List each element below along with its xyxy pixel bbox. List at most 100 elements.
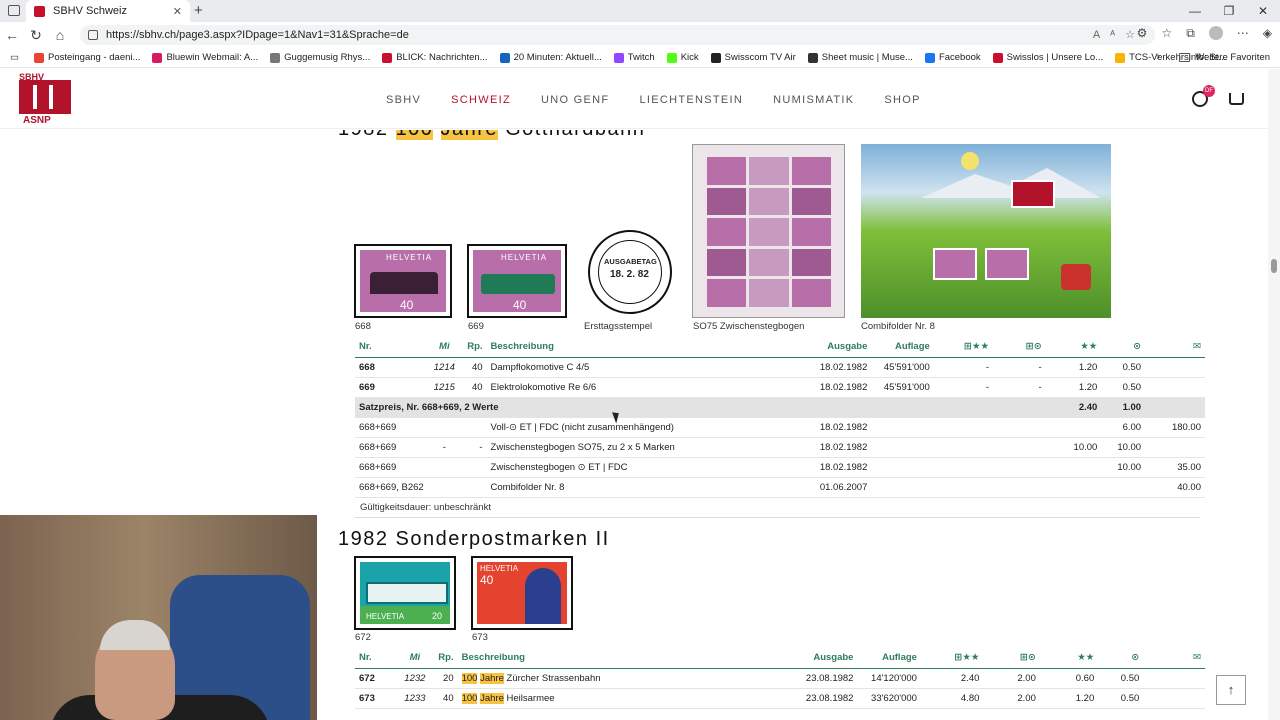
tram-icon	[366, 582, 448, 604]
cell-beschreibung: Elektrolokomotive Re 6/6	[486, 377, 804, 398]
reload-icon[interactable]: ↻	[24, 27, 48, 44]
set-price-row[interactable]: Satzpreis, Nr. 668+669, 2 Werte 2.40 1.00	[355, 397, 1205, 418]
cart-icon[interactable]	[1229, 93, 1244, 105]
electric-locomotive-icon	[481, 274, 555, 294]
bookmark-item[interactable]: 20 Minuten: Aktuell...	[499, 52, 602, 63]
highlight-jahre: Jahre	[480, 692, 504, 704]
nav-sbhv[interactable]: SBHV	[386, 94, 421, 106]
table-row[interactable]: 672 1232 20 100 Jahre Zürcher Strassenba…	[355, 668, 1205, 689]
cell-nr: 668	[355, 357, 428, 378]
cell-auflage	[871, 477, 934, 498]
title-highlight-100: 100	[395, 130, 434, 140]
bookmark-app-icon[interactable]: ▭	[0, 52, 34, 63]
url-text: https://sbhv.ch/page3.aspx?IDpage=1&Nav1…	[106, 29, 409, 41]
steam-locomotive-icon	[370, 272, 438, 294]
nav-liechtenstein[interactable]: LIECHTENSTEIN	[639, 94, 743, 106]
site-favicon-icon	[34, 5, 45, 17]
stamp-669-image[interactable]: HELVETIA 40	[467, 244, 567, 318]
favorites-icon[interactable]: ☆	[1161, 26, 1172, 41]
table-row[interactable]: 668+669 Voll-⊙ ET | FDC (nicht zusammenhä…	[355, 417, 1205, 438]
section-divider	[355, 517, 1200, 518]
sheet-stamp	[707, 157, 747, 185]
table-row[interactable]: 669 1215 40 Elektrolokomotive Re 6/6 18.02.1…	[355, 377, 1205, 398]
bookmark-item[interactable]: Posteingang - daeni...	[34, 52, 140, 63]
back-icon[interactable]: ←	[0, 27, 24, 43]
bookmark-item[interactable]: BLICK: Nachrichten...	[382, 52, 488, 63]
cell-block-used: -	[992, 357, 1046, 378]
cell-used: 6.00	[1101, 417, 1146, 438]
extensions-icon[interactable]: ⚙	[1137, 26, 1148, 41]
nav-uno-genf[interactable]: UNO GENF	[541, 94, 609, 106]
cell-mi: 1215	[427, 377, 461, 398]
header-beschreibung: Beschreibung	[486, 337, 804, 358]
scroll-to-top-button[interactable]: ↑	[1216, 675, 1246, 705]
cell-auflage: 14'120'000	[857, 668, 921, 689]
caption-so75: SO75 Zwischenstegbogen	[693, 321, 805, 332]
bookmark-item[interactable]: Kick	[666, 52, 699, 63]
close-tab-icon[interactable]: ✕	[173, 5, 182, 18]
cell-rp: 40	[460, 357, 487, 378]
table-row[interactable]: 668+669- - Zwischenstegbogen SO75, zu 2 x …	[355, 437, 1205, 458]
bookmarks-bar: ▭ Posteingang - daeni... Bluewin Webmail:…	[0, 48, 1280, 68]
folder-icon	[1179, 53, 1191, 62]
url-field[interactable]: https://sbhv.ch/page3.aspx?IDpage=1&Nav1…	[80, 25, 1155, 45]
nav-schweiz[interactable]: SCHWEIZ	[451, 94, 511, 106]
maximize-icon[interactable]: ❐	[1212, 0, 1246, 22]
stamp-672-country: HELVETIA	[366, 612, 405, 621]
cell-block-mint	[933, 417, 993, 438]
bookmark-item[interactable]: Guggemusig Rhys...	[270, 52, 370, 63]
sheet-stamp	[791, 279, 831, 307]
nav-shop[interactable]: SHOP	[884, 94, 920, 106]
collections-icon[interactable]: ⧉	[1186, 26, 1195, 41]
scrollbar-thumb[interactable]	[1271, 259, 1277, 273]
address-bar-row: ← ↻ ⌂ https://sbhv.ch/page3.aspx?IDpage=…	[0, 22, 1280, 48]
logo-mark-icon	[19, 80, 71, 114]
nav-numismatik[interactable]: NUMISMATIK	[773, 94, 854, 106]
minimize-icon[interactable]: —	[1178, 0, 1212, 22]
close-window-icon[interactable]: ✕	[1246, 0, 1280, 22]
sheet-gutter	[749, 187, 789, 216]
sheet-stamp	[791, 218, 831, 246]
first-day-postmark-image[interactable]: AUSGABETAG 18. 2. 82	[588, 230, 672, 314]
cell-auflage	[871, 437, 934, 458]
bookmark-item[interactable]: Swisslos | Unsere Lo...	[992, 52, 1103, 63]
new-tab-icon[interactable]: +	[194, 2, 203, 19]
menu-icon[interactable]: ⋯	[1237, 26, 1249, 41]
cell-mi	[427, 477, 461, 498]
bookmark-item[interactable]: Swisscom TV Air	[710, 52, 796, 63]
table-row[interactable]: 668+669, B262 Combifolder Nr. 8 01.06.2007…	[355, 477, 1205, 498]
cell-block-mint: 4.80	[920, 688, 984, 709]
cell-beschreibung: Zwischenstegbogen SO75, zu 2 x 5 Marken	[486, 437, 804, 458]
stamp-668-image[interactable]: HELVETIA 40	[354, 244, 452, 318]
table-row[interactable]: 668 1214 40 Dampflokomotive C 4/5 18.02.1982…	[355, 357, 1205, 378]
home-icon[interactable]: ⌂	[48, 27, 72, 43]
bookmark-item[interactable]: Facebook	[924, 52, 981, 63]
stamp-668-value: 40	[400, 298, 414, 312]
bookmark-favicon-icon	[382, 52, 393, 63]
copilot-icon[interactable]: ◈	[1263, 26, 1272, 41]
title-year: 1982	[338, 130, 389, 140]
sbhv-logo[interactable]: SBHV ASNP	[19, 72, 73, 128]
table-row[interactable]: 673 1233 40 100 Jahre Heilsarmee 23.08.1…	[355, 688, 1205, 709]
cell-cover	[1143, 668, 1205, 689]
so75-sheet-image[interactable]	[692, 144, 845, 318]
bookmark-item[interactable]: Sheet music | Muse...	[807, 52, 913, 63]
combifolder-image[interactable]	[861, 144, 1111, 318]
other-favorites-label: Weitere Favoriten	[1195, 52, 1270, 63]
cell-block-mint: -	[933, 357, 993, 378]
table-row[interactable]: 668+669 Zwischenstegbogen ⊙ ET | FDC 18.02…	[355, 457, 1205, 478]
other-favorites[interactable]: Weitere Favoriten	[1179, 52, 1270, 63]
bookmark-item[interactable]: Bluewin Webmail: A...	[152, 52, 258, 63]
cell-cover	[1143, 688, 1205, 709]
bookmark-item[interactable]: Twitch	[613, 52, 655, 63]
profile-avatar[interactable]	[1208, 26, 1223, 40]
sidebar-toggle-icon[interactable]	[8, 5, 20, 16]
header-cover-icon: ✉	[1145, 337, 1205, 358]
more-bookmarks-chevron-icon[interactable]: ›	[1156, 51, 1160, 63]
browser-tab[interactable]: SBHV Schweiz ✕	[26, 0, 190, 22]
caption-668: 668	[355, 321, 371, 332]
stamp-672-image[interactable]: HELVETIA 20	[354, 556, 456, 630]
caption-673: 673	[472, 632, 488, 643]
stamp-673-image[interactable]: HELVETIA 40	[471, 556, 573, 630]
page-scrollbar[interactable]	[1268, 69, 1280, 720]
